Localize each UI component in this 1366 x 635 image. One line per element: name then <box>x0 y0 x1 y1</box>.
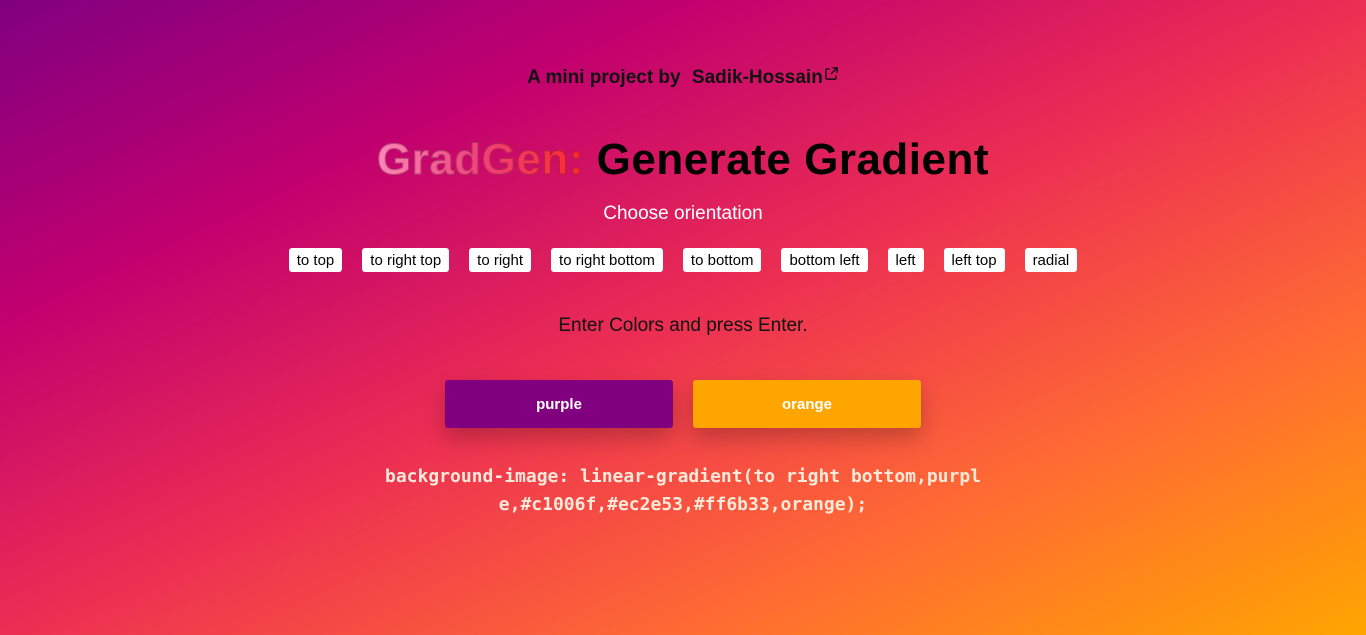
title-text: Generate Gradient <box>596 135 990 184</box>
orientation-button-to-right[interactable]: to right <box>469 248 532 272</box>
css-output: background-image: linear-gradient(to rig… <box>384 466 982 515</box>
orientation-label: Choose orientation <box>603 203 763 224</box>
color-input-1[interactable] <box>445 380 673 428</box>
orientation-buttons: to top to right top to right to right bo… <box>0 248 1366 272</box>
author-link[interactable]: Sadik-Hossain <box>692 67 839 88</box>
color-input-2[interactable] <box>693 380 921 428</box>
orientation-button-left-top[interactable]: left top <box>943 248 1005 272</box>
page-title: GradGen: Generate Gradient <box>0 132 1366 188</box>
author-name: Sadik-Hossain <box>691 67 823 88</box>
orientation-button-to-bottom[interactable]: to bottom <box>682 248 762 272</box>
orientation-button-to-right-bottom[interactable]: to right bottom <box>551 248 663 272</box>
orientation-button-bottom-left[interactable]: bottom left <box>781 248 868 272</box>
external-link-icon <box>825 67 838 80</box>
byline-prefix: A mini project by <box>527 67 681 88</box>
orientation-button-to-right-top[interactable]: to right top <box>362 248 450 272</box>
byline: A mini project by Sadik-Hossain <box>0 66 1366 89</box>
orientation-button-left[interactable]: left <box>887 248 924 272</box>
color-inputs <box>0 380 1366 428</box>
orientation-button-radial[interactable]: radial <box>1024 248 1078 272</box>
brand-name: GradGen: <box>376 135 584 185</box>
colors-instruction: Enter Colors and press Enter. <box>558 315 808 336</box>
orientation-button-to-top[interactable]: to top <box>288 248 343 272</box>
